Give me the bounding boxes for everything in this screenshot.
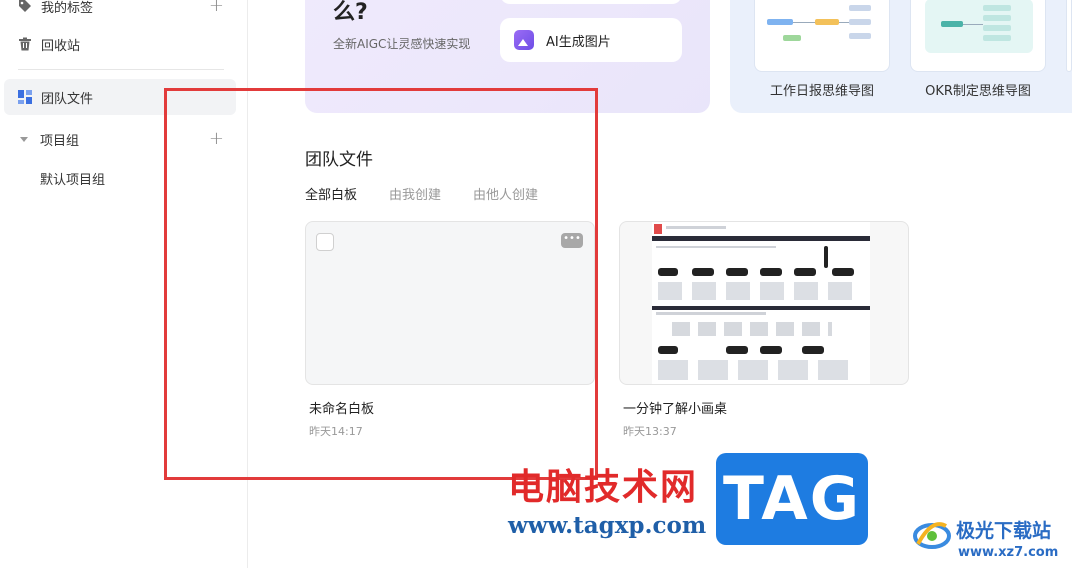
thumb-block — [652, 236, 870, 241]
mindmap-line — [793, 22, 815, 23]
sidebar-item-label: 默认项目组 — [40, 172, 106, 188]
file-card-intro[interactable] — [619, 221, 909, 385]
thumb-block — [658, 346, 678, 354]
mindmap-line — [839, 22, 849, 23]
watermark-jiguang-url: www.xz7.com — [958, 545, 1059, 560]
thumb-block — [726, 268, 748, 276]
add-tag-button[interactable]: + — [209, 0, 224, 15]
mindmap-node — [767, 19, 793, 25]
sidebar-item-label: 回收站 — [41, 38, 81, 54]
ai-generate-image-label: AI生成图片 — [546, 34, 611, 50]
file-name[interactable]: 一分钟了解小画桌 — [623, 398, 727, 417]
sidebar-item-label: 团队文件 — [41, 91, 94, 107]
watermark-site-url: www.tagxp.com — [508, 512, 707, 539]
mindmap-node — [983, 25, 1011, 31]
thumb-block — [666, 226, 726, 229]
sidebar-item-recycle[interactable]: 回收站 — [4, 26, 236, 62]
thumb-block — [654, 224, 662, 234]
sidebar-item-tags[interactable]: 我的标签 + — [4, 0, 236, 24]
template-label: OKR制定思维导图 — [925, 84, 1031, 99]
thumb-block — [658, 282, 854, 300]
mindmap-node — [783, 35, 801, 41]
watermark-site-name: 电脑技术网 — [508, 467, 699, 508]
file-time: 昨天13:37 — [623, 425, 677, 438]
mindmap-line — [963, 24, 983, 25]
caret-down-icon[interactable] — [20, 136, 28, 142]
ai-generate-image-button[interactable]: AI生成图片 — [500, 18, 682, 62]
thumb-block — [692, 268, 714, 276]
thumb-block — [658, 268, 678, 276]
thumb-block — [726, 346, 748, 354]
mindmap-node — [941, 21, 963, 27]
thumb-block — [656, 246, 776, 248]
template-label: 工作日报思维导图 — [769, 84, 874, 99]
banner-title: 么? — [333, 0, 368, 25]
image-icon — [514, 30, 534, 50]
trash-icon — [18, 37, 32, 51]
ai-option-button-partial[interactable] — [500, 0, 682, 4]
jiguang-logo-icon — [913, 522, 951, 549]
sidebar-divider — [18, 69, 224, 70]
thumb-block — [652, 306, 870, 310]
mindmap-node — [983, 35, 1011, 41]
sidebar-item-label: 我的标签 — [41, 0, 94, 16]
thumb-block — [672, 322, 832, 336]
app-root: 我的标签 + 回收站 团队文件 项目组 + 默认项目组 么? 全新AIGC让灵感… — [0, 0, 1072, 568]
mindmap-node — [849, 33, 871, 39]
mindmap-node — [983, 15, 1011, 21]
thumb-block — [824, 246, 828, 268]
thumb-block — [794, 268, 816, 276]
thumb-block — [802, 346, 824, 354]
watermark-jiguang-title: 极光下载站 — [956, 520, 1052, 542]
mindmap-node — [815, 19, 839, 25]
team-files-icon — [18, 90, 32, 104]
file-thumbnail — [652, 222, 870, 384]
template-card-okr[interactable] — [910, 0, 1046, 72]
thumb-block — [658, 360, 854, 380]
mindmap-node — [849, 5, 871, 11]
thumb-block — [832, 268, 854, 276]
template-card-work-daily[interactable] — [754, 0, 890, 72]
sidebar-item-label: 项目组 — [40, 133, 80, 149]
template-card-partial[interactable] — [1066, 0, 1072, 72]
thumb-block — [656, 312, 766, 315]
watermark-tag-logo: TAG — [716, 453, 868, 545]
mindmap-node — [849, 19, 871, 25]
highlight-annotation — [164, 88, 598, 480]
tag-icon — [18, 0, 32, 13]
banner-subtitle: 全新AIGC让灵感快速实现 — [333, 37, 471, 51]
thumb-block — [760, 346, 782, 354]
mindmap-node — [983, 5, 1011, 11]
thumb-block — [760, 268, 782, 276]
